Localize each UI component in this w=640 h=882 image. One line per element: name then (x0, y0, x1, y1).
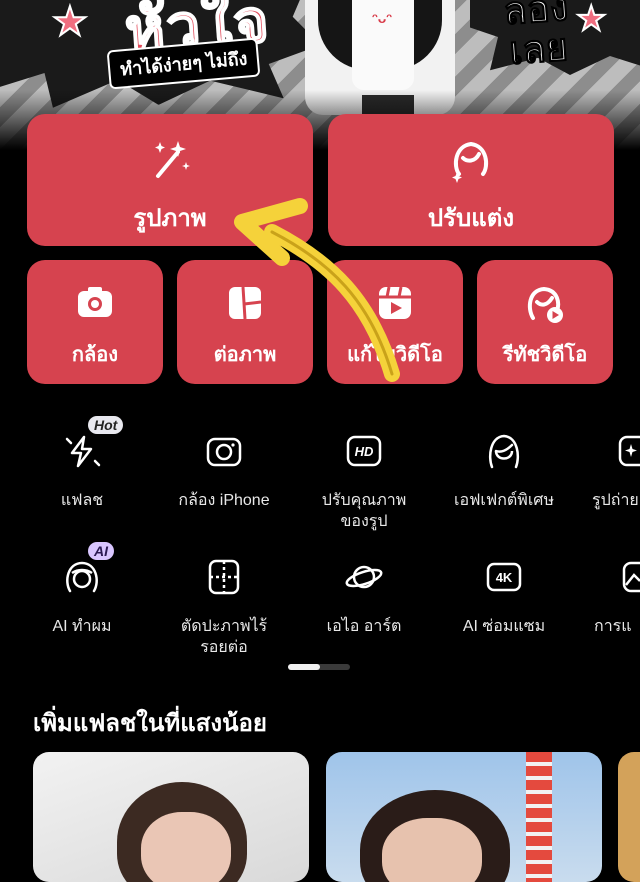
planet-icon (300, 556, 428, 598)
tool-ai-hair[interactable]: AI AI ทำผม (18, 542, 146, 637)
4k-icon: 4K (440, 556, 568, 598)
retouch-tile[interactable]: ปรับแต่ง (328, 114, 614, 246)
tool-cropped-item-label: การแ (594, 618, 632, 635)
card-photo-tower (526, 752, 552, 882)
seamless-cut-icon (160, 556, 288, 598)
star-icon: ★ (51, 0, 89, 44)
video-retouch-label: รีทัชวิดีโอ (502, 344, 588, 366)
tool-photo-label: รูปถ่าย (592, 492, 639, 509)
ai-badge: AI (88, 542, 114, 560)
example-card[interactable] (326, 752, 602, 882)
retouch-label: ปรับแต่ง (427, 205, 515, 232)
tool-special-effects-label: เอฟเฟกต์พิเศษ (454, 492, 554, 509)
video-retouch-tile[interactable]: รีทัชวิดีโอ (477, 260, 613, 384)
hd-icon: HD (300, 430, 428, 472)
camera-label: กล้อง (71, 344, 119, 366)
camera-tile[interactable]: กล้อง (27, 260, 163, 384)
flash-icon: Hot (18, 416, 146, 472)
star-icon: ★ (575, 0, 608, 38)
collage-tile[interactable]: ต่อภาพ (177, 260, 313, 384)
tool-seamless-cut-label: ตัดปะภาพไร้ รอยต่อ (180, 618, 268, 656)
magic-wand-icon (27, 136, 313, 182)
example-card[interactable] (33, 752, 309, 882)
example-card[interactable] (618, 752, 640, 882)
shirt-logo: ᵔᴗᵔ (372, 10, 393, 26)
hot-badge: Hot (88, 416, 124, 434)
tool-iphone-camera[interactable]: กล้อง iPhone (160, 430, 288, 511)
landscape-icon (574, 556, 640, 598)
tool-enhance-quality-label: ปรับคุณภาพ ของรูป (321, 492, 407, 530)
camera-icon (27, 284, 163, 324)
tool-flash[interactable]: Hot แฟลช (18, 416, 146, 511)
section-title: เพิ่มแฟลชในที่แสงน้อย (33, 710, 267, 737)
sparkle-frame-icon (574, 430, 640, 472)
tool-ai-art[interactable]: เอไอ อาร์ต (300, 556, 428, 637)
tool-seamless-cut[interactable]: ตัดปะภาพไร้ รอยต่อ (160, 556, 288, 658)
tool-ai-art-label: เอไอ อาร์ต (326, 618, 402, 635)
tool-photo[interactable]: รูปถ่าย (574, 430, 640, 511)
tool-cropped-item[interactable]: การแ (574, 556, 640, 637)
svg-text:4K: 4K (496, 570, 513, 585)
tool-iphone-camera-label: กล้อง iPhone (178, 492, 270, 509)
card-photo-face (382, 818, 482, 882)
hair-icon: AI (18, 542, 146, 598)
photo-edit-label: รูปภาพ (133, 205, 207, 232)
photo-edit-tile[interactable]: รูปภาพ (27, 114, 313, 246)
banner-cta-line2: เลย (508, 26, 570, 73)
svg-text:HD: HD (355, 444, 374, 459)
tool-ai-hair-label: AI ทำผม (52, 618, 112, 635)
collage-label: ต่อภาพ (213, 344, 277, 366)
collage-icon (177, 284, 313, 324)
camera-outline-icon (160, 430, 288, 472)
video-retouch-icon (477, 284, 613, 324)
tool-flash-label: แฟลช (60, 492, 104, 509)
page-indicator-current (288, 664, 320, 670)
tool-special-effects[interactable]: เอฟเฟกต์พิเศษ (440, 430, 568, 511)
tool-ai-repair[interactable]: 4K AI ซ่อมแซม (440, 556, 568, 637)
video-edit-tile[interactable]: แก้ไขวิดีโอ (327, 260, 463, 384)
page-indicator[interactable] (288, 664, 350, 670)
video-edit-label: แก้ไขวิดีโอ (347, 344, 443, 366)
face-outline-icon (440, 430, 568, 472)
tool-ai-repair-label: AI ซ่อมแซม (462, 618, 546, 635)
card-photo-face (141, 812, 231, 882)
tool-enhance-quality[interactable]: HD ปรับคุณภาพ ของรูป (300, 430, 428, 532)
banner-cta-text: ลอง เลย (502, 0, 572, 73)
face-sparkle-icon (328, 136, 614, 183)
video-edit-icon (327, 284, 463, 324)
